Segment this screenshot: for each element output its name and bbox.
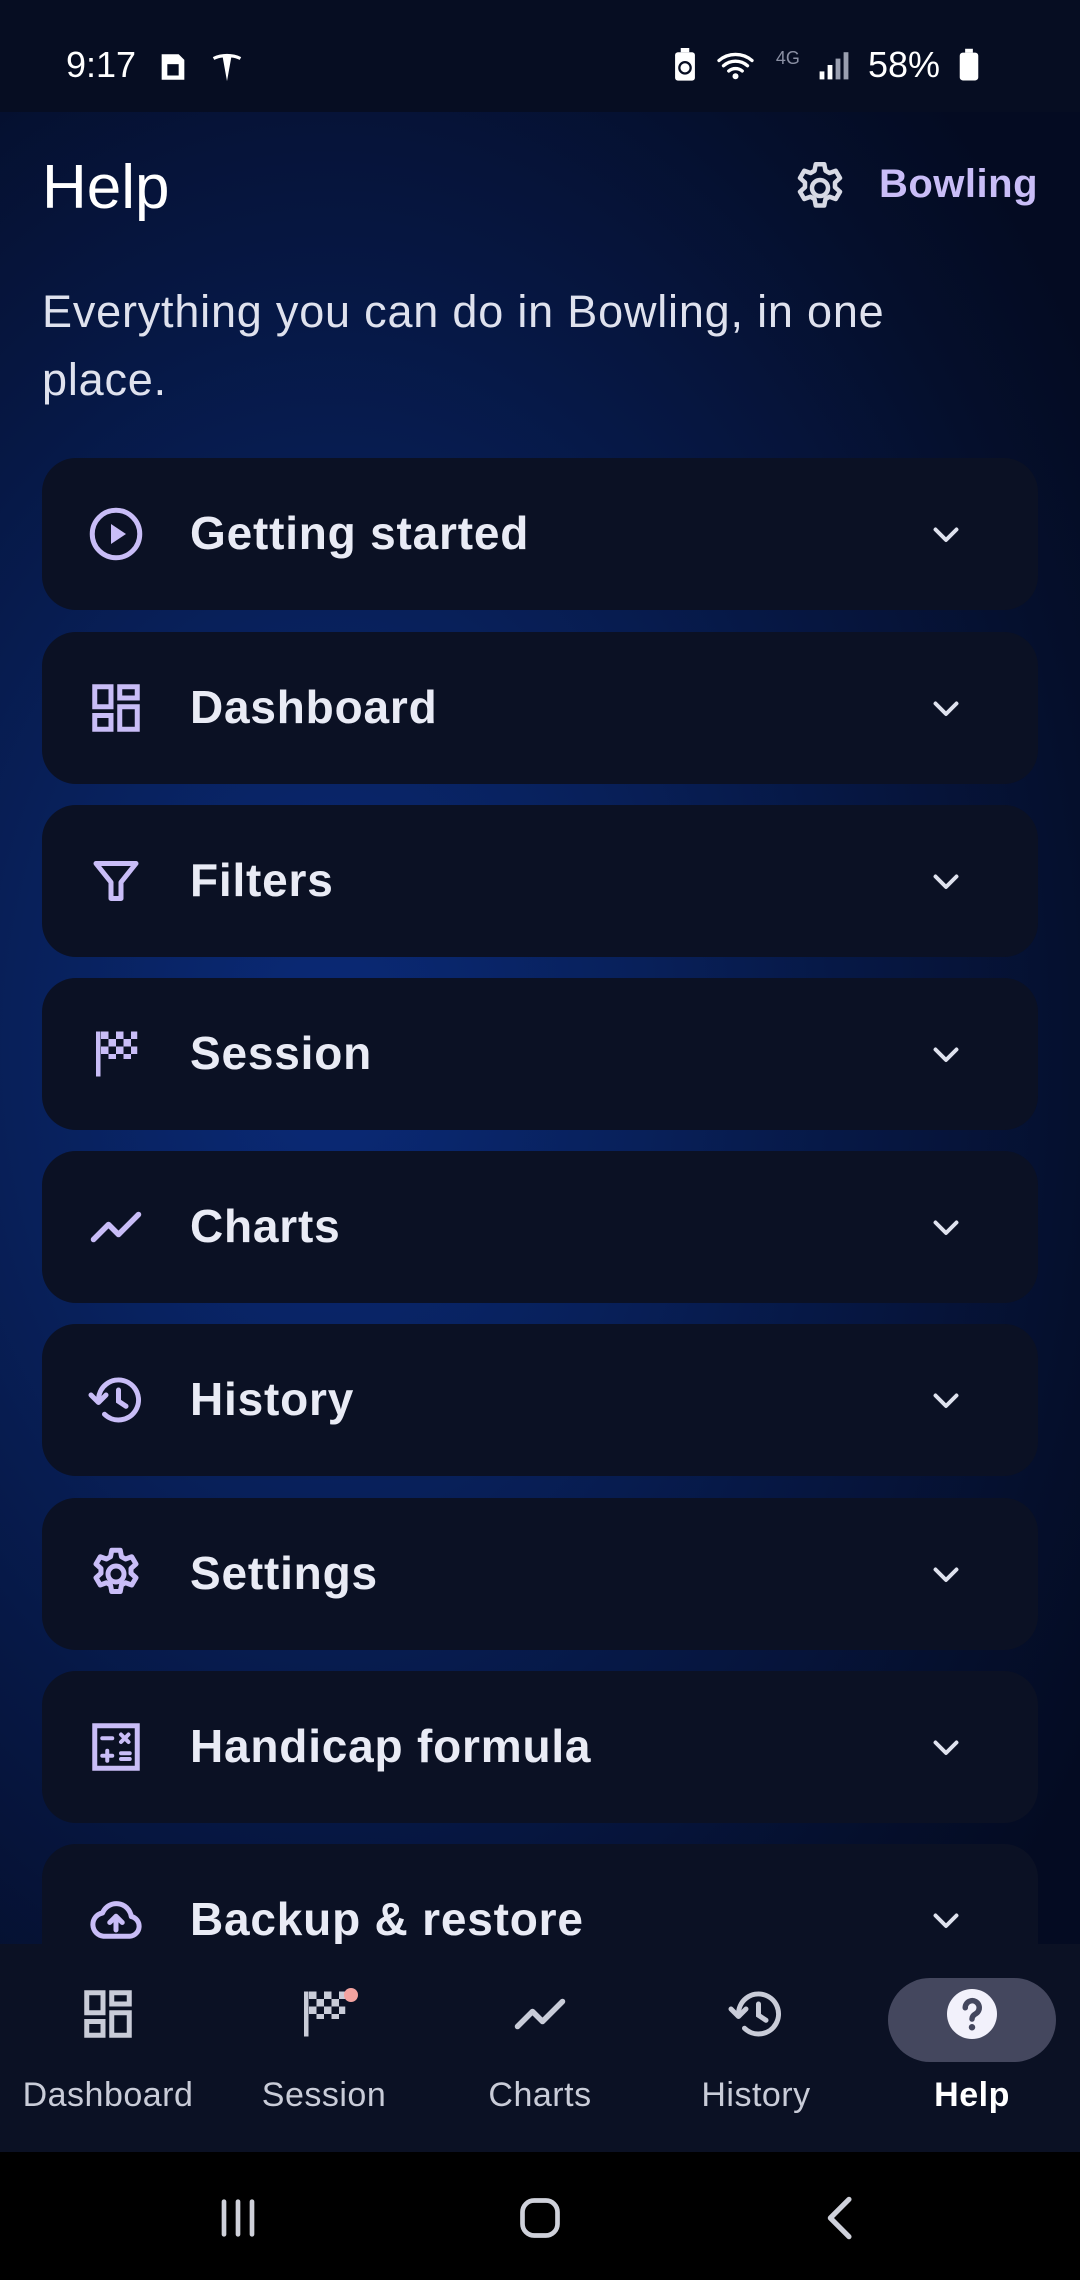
nav-label: History bbox=[701, 2076, 811, 2114]
section-label: Settings bbox=[190, 1547, 378, 1599]
signal-icon bbox=[818, 49, 850, 81]
nav-session[interactable]: Session bbox=[216, 1944, 432, 2152]
battery-icon bbox=[958, 48, 980, 82]
chevron-down-icon bbox=[926, 690, 966, 726]
nav-help[interactable]: Help bbox=[864, 1944, 1080, 2152]
section-label: Dashboard bbox=[190, 681, 438, 733]
play-circle-icon bbox=[86, 504, 146, 564]
section-getting-started[interactable]: Getting started bbox=[42, 458, 1038, 610]
nav-history[interactable]: History bbox=[648, 1944, 864, 2152]
brand-label: Bowling bbox=[878, 162, 1038, 206]
home-icon[interactable] bbox=[510, 2190, 570, 2246]
history-icon bbox=[726, 1984, 786, 2044]
section-charts[interactable]: Charts bbox=[42, 1151, 1038, 1303]
help-circle-icon bbox=[942, 1984, 1002, 2044]
notification-badge bbox=[344, 1988, 358, 2002]
calculator-icon bbox=[86, 1717, 146, 1777]
gear-icon[interactable] bbox=[790, 158, 850, 218]
nav-dashboard[interactable]: Dashboard bbox=[0, 1944, 216, 2152]
nav-label: Help bbox=[934, 2076, 1010, 2114]
gear-icon bbox=[86, 1544, 146, 1604]
nav-charts[interactable]: Charts bbox=[432, 1944, 648, 2152]
status-time: 9:17 bbox=[66, 44, 137, 85]
nav-label: Session bbox=[261, 2076, 387, 2114]
section-settings[interactable]: Settings bbox=[42, 1498, 1038, 1650]
page-subtitle: Everything you can do in Bowling, in one… bbox=[42, 286, 885, 405]
section-filters[interactable]: Filters bbox=[42, 805, 1038, 957]
chevron-down-icon bbox=[926, 516, 966, 552]
nav-label: Charts bbox=[488, 2076, 592, 2114]
dashboard-icon bbox=[78, 1984, 138, 2044]
section-label: Session bbox=[190, 1027, 373, 1079]
chevron-down-icon bbox=[926, 863, 966, 899]
chevron-down-icon bbox=[926, 1556, 966, 1592]
wifi-icon bbox=[716, 48, 758, 82]
chevron-down-icon bbox=[926, 1382, 966, 1418]
trend-line-icon bbox=[510, 1984, 570, 2044]
cloud-upload-icon bbox=[86, 1890, 146, 1950]
recents-icon[interactable] bbox=[208, 2190, 268, 2246]
section-history[interactable]: History bbox=[42, 1324, 1038, 1476]
chevron-down-icon bbox=[926, 1729, 966, 1765]
chevron-down-icon bbox=[926, 1036, 966, 1072]
section-handicap-formula[interactable]: Handicap formula bbox=[42, 1671, 1038, 1823]
system-navigation-bar bbox=[0, 2152, 1080, 2280]
trend-line-icon bbox=[86, 1197, 146, 1257]
history-icon bbox=[86, 1370, 146, 1430]
chevron-down-icon bbox=[926, 1902, 966, 1938]
tesla-icon bbox=[210, 50, 244, 84]
sim-icon bbox=[156, 50, 190, 84]
bottom-navigation: Dashboard Session Charts History Help bbox=[0, 1944, 1080, 2152]
battery-saver-icon bbox=[672, 48, 698, 82]
section-dashboard[interactable]: Dashboard bbox=[42, 632, 1038, 784]
section-label: History bbox=[190, 1373, 355, 1425]
section-label: Getting started bbox=[190, 507, 530, 559]
nav-label: Dashboard bbox=[22, 2076, 194, 2114]
section-label: Filters bbox=[190, 854, 334, 906]
network-type: 4G bbox=[775, 47, 800, 68]
page-title: Help bbox=[42, 153, 170, 222]
dashboard-icon bbox=[86, 678, 146, 738]
back-icon[interactable] bbox=[812, 2190, 872, 2246]
status-bar: 9:17 4G 58% bbox=[0, 0, 1080, 112]
battery-percent: 58% bbox=[867, 44, 940, 85]
filter-icon bbox=[86, 851, 146, 911]
section-session[interactable]: Session bbox=[42, 978, 1038, 1130]
section-label: Handicap formula bbox=[190, 1720, 592, 1772]
app-header: Help Bowling bbox=[42, 150, 1038, 230]
section-label: Backup & restore bbox=[190, 1893, 584, 1945]
section-label: Charts bbox=[190, 1200, 341, 1252]
chevron-down-icon bbox=[926, 1209, 966, 1245]
checkered-flag-icon bbox=[86, 1024, 146, 1084]
